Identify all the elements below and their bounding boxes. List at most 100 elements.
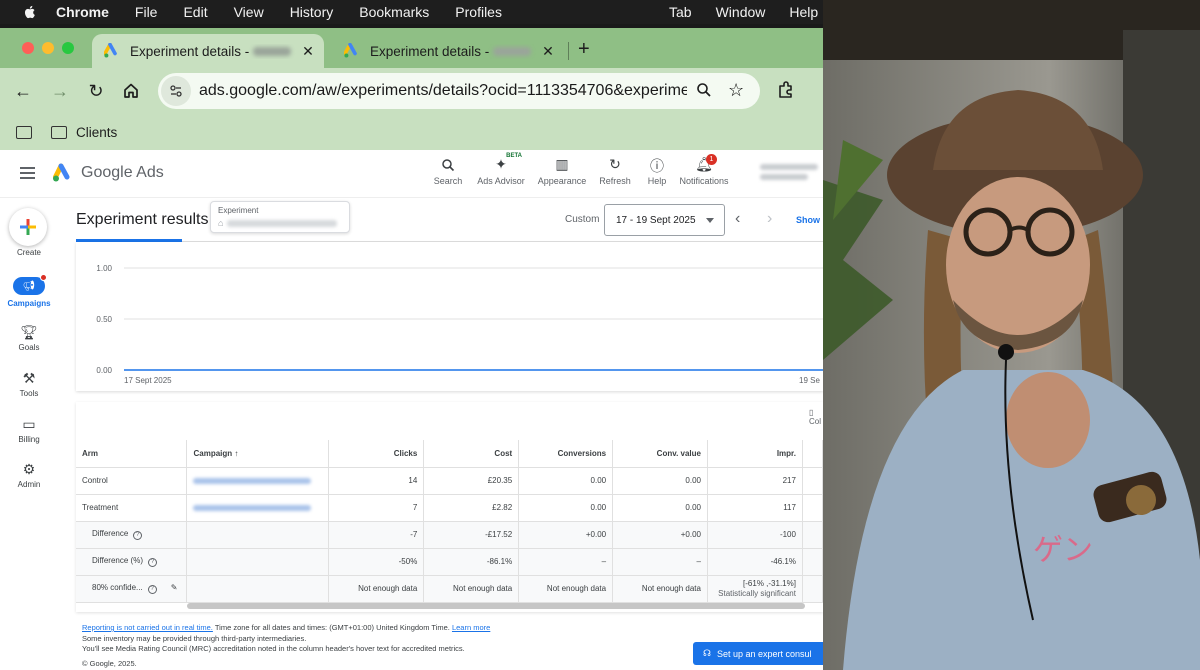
horizontal-scrollbar[interactable]: [187, 603, 805, 609]
bookmark-star-icon[interactable]: ☆: [728, 80, 744, 101]
table-row: Control 14 £20.35 0.00 0.00 217: [76, 467, 823, 495]
redacted-account-info[interactable]: [760, 164, 822, 186]
address-bar[interactable]: ads.google.com/aw/experiments/details?oc…: [158, 73, 760, 109]
menu-app-name[interactable]: Chrome: [56, 4, 109, 20]
learn-more-link[interactable]: Learn more: [452, 623, 490, 632]
tab-strip: Experiment details - ✕ Experiment detail…: [0, 28, 823, 68]
headset-icon: ☊: [703, 648, 711, 658]
tab-divider: [568, 42, 569, 60]
next-period-icon[interactable]: ›: [767, 210, 772, 228]
overflow-cell: [802, 521, 823, 549]
menu-file[interactable]: File: [135, 4, 158, 20]
header-ads-advisor-button[interactable]: BETA ✦ Ads Advisor: [474, 153, 528, 186]
columns-button[interactable]: ▯ Col: [809, 408, 821, 426]
folder-icon[interactable]: [16, 125, 32, 139]
new-tab-icon[interactable]: +: [578, 38, 590, 61]
alert-dot: [40, 274, 47, 281]
site-info-icon[interactable]: [161, 76, 191, 106]
expert-consultation-button[interactable]: ☊ Set up an expert consul: [693, 642, 823, 665]
redacted-account-name: [493, 47, 532, 57]
forward-icon[interactable]: →: [49, 80, 71, 102]
apple-icon[interactable]: [22, 4, 38, 20]
y-tick-label: 0.50: [96, 315, 112, 324]
close-window-button[interactable]: [22, 42, 34, 54]
column-header-impr[interactable]: Impr.: [707, 440, 803, 468]
nav-billing[interactable]: ▭ Billing: [0, 416, 58, 444]
address-bar-url[interactable]: ads.google.com/aw/experiments/details?oc…: [199, 82, 687, 100]
page-title: Experiment results: [76, 211, 209, 228]
menu-window[interactable]: Window: [716, 4, 766, 20]
campaign-link[interactable]: [186, 467, 330, 495]
macos-menu-bar: Chrome File Edit View History Bookmarks …: [0, 0, 823, 24]
campaign-link[interactable]: [186, 494, 330, 522]
column-header-conv-value[interactable]: Conv. value: [612, 440, 708, 468]
home-icon[interactable]: [120, 80, 142, 102]
sort-ascending-icon: ↑: [234, 448, 239, 458]
header-refresh-label: Refresh: [599, 176, 631, 186]
create-button[interactable]: [9, 208, 47, 246]
nav-billing-label: Billing: [18, 435, 40, 444]
conv-value-cell: +0.00: [612, 521, 708, 549]
column-header-arm[interactable]: Arm: [76, 440, 188, 468]
menu-edit[interactable]: Edit: [183, 4, 207, 20]
column-header-campaign[interactable]: Campaign ↑: [186, 440, 330, 468]
beta-badge: BETA: [506, 153, 522, 159]
help-icon[interactable]: ?: [147, 558, 157, 567]
back-icon[interactable]: ←: [12, 80, 34, 102]
date-range-picker[interactable]: 17 - 19 Sept 2025: [604, 204, 725, 236]
reload-icon[interactable]: ↻: [85, 80, 107, 102]
experiment-selector[interactable]: Experiment ⌂: [210, 201, 350, 233]
menu-profiles[interactable]: Profiles: [455, 4, 502, 20]
header-help-button[interactable]: ⓘ Help: [630, 156, 684, 186]
nav-tools[interactable]: ⚒ Tools: [0, 370, 58, 398]
notification-count-badge: 1: [706, 154, 717, 165]
menu-view[interactable]: View: [234, 4, 264, 20]
header-search-button[interactable]: Search: [421, 156, 475, 186]
column-header-clicks[interactable]: Clicks: [328, 440, 425, 468]
metric-chart: 1.00 0.50 0.00 17 Sept 2025 19 Se: [76, 242, 823, 391]
column-header-conversions[interactable]: Conversions: [518, 440, 614, 468]
previous-period-icon[interactable]: ‹: [735, 210, 740, 228]
realtime-reporting-link[interactable]: Reporting is not carried out in real tim…: [82, 623, 213, 632]
close-tab-icon[interactable]: ✕: [298, 43, 318, 60]
menu-tab[interactable]: Tab: [669, 4, 692, 20]
appearance-icon: ▥: [555, 156, 569, 172]
nav-create-label: Create: [16, 248, 41, 257]
clicks-cell: -50%: [328, 548, 425, 576]
menu-help[interactable]: Help: [789, 4, 818, 20]
header-help-label: Help: [647, 176, 667, 186]
conv-value-cell: 0.00: [612, 494, 708, 522]
header-appearance-button[interactable]: ▥ Appearance: [535, 156, 589, 186]
browser-tab[interactable]: Experiment details - ✕: [332, 34, 564, 68]
conversions-cell: 0.00: [518, 494, 614, 522]
folder-icon[interactable]: [51, 125, 67, 139]
cost-cell: £20.35: [423, 467, 520, 495]
google-ads-favicon-icon: [344, 43, 357, 58]
nav-goals[interactable]: 🏆︎ Goals: [0, 324, 58, 352]
campaign-cell: [186, 548, 330, 576]
show-link[interactable]: Show: [796, 215, 820, 225]
nav-admin[interactable]: ⚙ Admin: [0, 461, 58, 489]
edit-pencil-icon[interactable]: ✎: [171, 583, 178, 592]
header-notifications-button[interactable]: 1 🔔︎ Notifications: [677, 154, 731, 186]
menu-bookmarks[interactable]: Bookmarks: [359, 4, 429, 20]
help-icon[interactable]: ?: [147, 585, 157, 594]
help-icon[interactable]: ?: [133, 531, 143, 540]
arm-cell: Control: [76, 467, 188, 495]
zoom-icon[interactable]: [696, 82, 712, 98]
arm-cell-label: 80% confide...: [92, 583, 143, 592]
close-tab-icon[interactable]: ✕: [538, 43, 558, 60]
menu-history[interactable]: History: [290, 4, 334, 20]
zoom-window-button[interactable]: [62, 42, 74, 54]
conv-value-cell: –: [612, 548, 708, 576]
impr-cell: [-61% ,-31.1%] Statistically significant: [707, 575, 803, 603]
minimize-window-button[interactable]: [42, 42, 54, 54]
clicks-cell: Not enough data: [328, 575, 425, 603]
bookmark-clients[interactable]: Clients: [76, 125, 117, 140]
nav-campaigns[interactable]: 📢︎ Campaigns: [0, 274, 58, 308]
column-header-cost[interactable]: Cost: [423, 440, 520, 468]
overflow-cell: [802, 467, 823, 495]
browser-tab-active[interactable]: Experiment details - ✕: [92, 34, 324, 68]
extensions-icon[interactable]: [776, 80, 796, 100]
menu-icon[interactable]: [20, 167, 35, 179]
